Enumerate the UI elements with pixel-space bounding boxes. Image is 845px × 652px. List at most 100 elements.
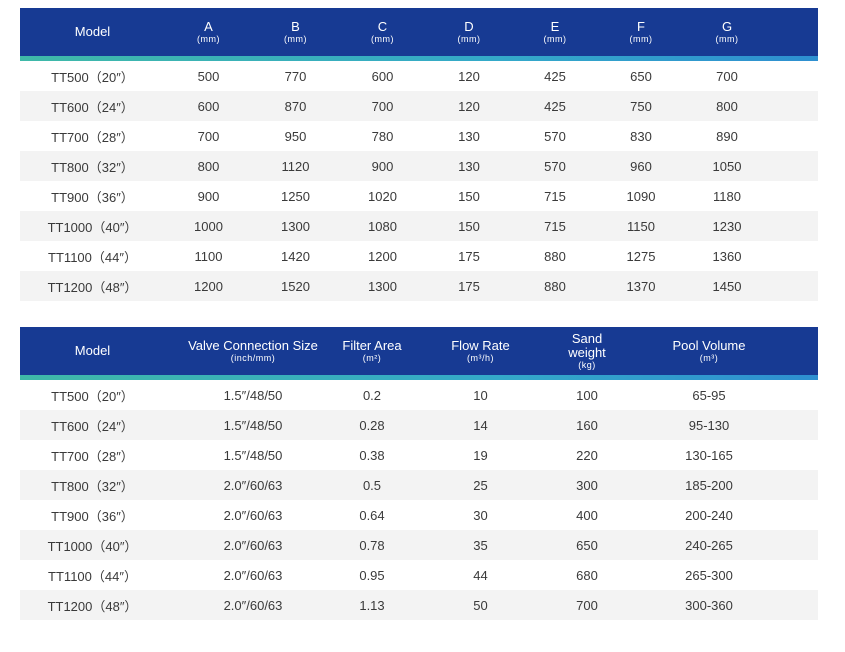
- table-cell: 1275: [626, 248, 656, 264]
- table-cell: 14: [473, 417, 488, 433]
- column-header: B (mm): [252, 20, 339, 45]
- table-cell: 175: [458, 248, 480, 264]
- table-cell: 1300: [368, 278, 397, 294]
- column-header-label: D: [464, 19, 474, 34]
- column-header-label: Model: [74, 24, 111, 39]
- table-row: TT900（36″） 2.0″/60/63 0.64 30 400 200-240: [20, 500, 818, 530]
- table-cell: 25: [473, 477, 488, 493]
- table-cell: 220: [576, 447, 598, 463]
- table-cell: 150: [458, 188, 480, 204]
- table-cell: 1.5″/48/50: [223, 447, 283, 463]
- column-header-label: Flow Rate: [451, 338, 510, 353]
- table-cell: 650: [576, 537, 598, 553]
- table-cell: 95-130: [688, 417, 730, 433]
- column-header-unit: (mm): [284, 34, 307, 44]
- table-cell: 715: [544, 218, 566, 234]
- table-cell: 160: [576, 417, 598, 433]
- table-cell: 830: [630, 128, 652, 144]
- column-header-unit: (mm): [715, 34, 739, 44]
- table-cell: 950: [284, 128, 307, 144]
- table-row: TT1000（40″） 2.0″/60/63 0.78 35 650 240-265: [20, 530, 818, 560]
- column-header: Sand weight (kg): [558, 332, 616, 371]
- table-cell: 600: [371, 68, 394, 84]
- column-header-label: Model: [74, 343, 111, 358]
- column-header: Valve Connection Size (inch/mm): [165, 338, 341, 364]
- table-row: TT800（32″） 800 1120 900 130 570 960 1050: [20, 151, 818, 181]
- table-row: TT700（28″） 700 950 780 130 570 830 890: [20, 121, 818, 151]
- table-cell: 0.78: [359, 537, 385, 553]
- table-header: Model Valve Connection Size (inch/mm) Filte…: [20, 327, 818, 375]
- column-header: Model: [20, 25, 165, 39]
- table-cell: 1300: [281, 218, 310, 234]
- table-cell: 900: [371, 158, 394, 174]
- table-cell: 1090: [626, 188, 656, 204]
- table-cell: 1000: [194, 218, 223, 234]
- column-header: A (mm): [165, 19, 252, 45]
- model-cell: TT1200（48″）: [47, 279, 138, 295]
- table-row: TT800（32″） 2.0″/60/63 0.5 25 300 185-200: [20, 470, 818, 500]
- table-cell: 240-265: [685, 537, 733, 553]
- table-header: Model A (mm) B (mm) C (mm) D (mm) E (mm) F (mm) G (mm): [20, 8, 818, 56]
- table-cell: 700: [197, 128, 220, 144]
- table-cell: 960: [630, 158, 652, 174]
- column-header-unit: (mm): [629, 34, 653, 44]
- table-cell: 700: [371, 98, 394, 114]
- table-cell: 1.13: [359, 597, 385, 613]
- table-cell: 715: [544, 188, 566, 204]
- table-cell: 300: [576, 477, 598, 493]
- column-header-label: A: [204, 19, 213, 34]
- table-cell: 2.0″/60/63: [223, 477, 283, 493]
- table-row: TT500（20″） 1.5″/48/50 0.2 10 100 65-95: [20, 380, 818, 410]
- table-cell: 1420: [281, 248, 310, 264]
- table-cell: 0.2: [362, 387, 382, 403]
- table-row: TT1000（40″） 1000 1300 1080 150 715 1150 1230: [20, 211, 818, 241]
- model-cell: TT600（24″）: [51, 418, 134, 434]
- dimensions-table: Model A (mm) B (mm) C (mm) D (mm) E (mm) F (mm) G (mm)…: [20, 8, 818, 301]
- column-header-label: Valve Connection Size: [188, 338, 318, 353]
- table-body: TT500（20″） 500 770 600 120 425 650 700 TT600（24″…: [20, 61, 818, 301]
- table-cell: 50: [473, 597, 488, 613]
- column-header-unit: (inch/mm): [230, 353, 276, 363]
- model-cell: TT500（20″）: [51, 69, 134, 85]
- table-cell: 100: [576, 387, 598, 403]
- table-cell: 750: [630, 98, 652, 114]
- table-cell: 1520: [281, 278, 310, 294]
- table-cell: 425: [544, 98, 566, 114]
- model-cell: TT900（36″）: [51, 508, 134, 524]
- table-cell: 0.64: [359, 507, 385, 523]
- column-header-label: F: [637, 19, 645, 34]
- column-header-unit: (m³/h): [467, 353, 494, 363]
- column-header: C (mm): [339, 20, 426, 45]
- column-header: G (mm): [684, 19, 770, 45]
- table-cell: 1050: [712, 158, 742, 174]
- column-header-unit: (mm): [543, 34, 567, 44]
- table-cell: 1250: [281, 188, 310, 204]
- table-row: TT700（28″） 1.5″/48/50 0.38 19 220 130-165: [20, 440, 818, 470]
- table-cell: 800: [716, 98, 738, 114]
- table-cell: 2.0″/60/63: [223, 537, 283, 553]
- column-header-label: E: [550, 19, 560, 34]
- model-cell: TT600（24″）: [51, 99, 134, 115]
- table-cell: 880: [544, 248, 566, 264]
- column-header: Filter Area (m²): [341, 339, 403, 364]
- table-cell: 0.5: [362, 477, 382, 493]
- model-cell: TT1100（44″）: [48, 249, 137, 265]
- table-cell: 185-200: [685, 477, 733, 493]
- column-header-unit: (m³): [699, 353, 719, 363]
- table-cell: 65-95: [692, 387, 726, 403]
- model-cell: TT800（32″）: [51, 159, 134, 175]
- column-header: Flow Rate (m³/h): [403, 338, 558, 364]
- column-header-label: G: [721, 19, 733, 34]
- table-cell: 570: [544, 158, 566, 174]
- table-cell: 175: [458, 278, 480, 294]
- model-cell: TT1000（40″）: [47, 219, 138, 235]
- table-cell: 650: [630, 68, 652, 84]
- column-header-unit: (mm): [457, 34, 481, 44]
- table-cell: 400: [576, 507, 598, 523]
- table-cell: 130-165: [685, 447, 733, 463]
- table-cell: 1.5″/48/50: [223, 387, 283, 403]
- table-cell: 10: [473, 387, 488, 403]
- table-row: TT600（24″） 600 870 700 120 425 750 800: [20, 91, 818, 121]
- column-header-unit: (mm): [197, 34, 220, 44]
- table-cell: 2.0″/60/63: [223, 507, 283, 523]
